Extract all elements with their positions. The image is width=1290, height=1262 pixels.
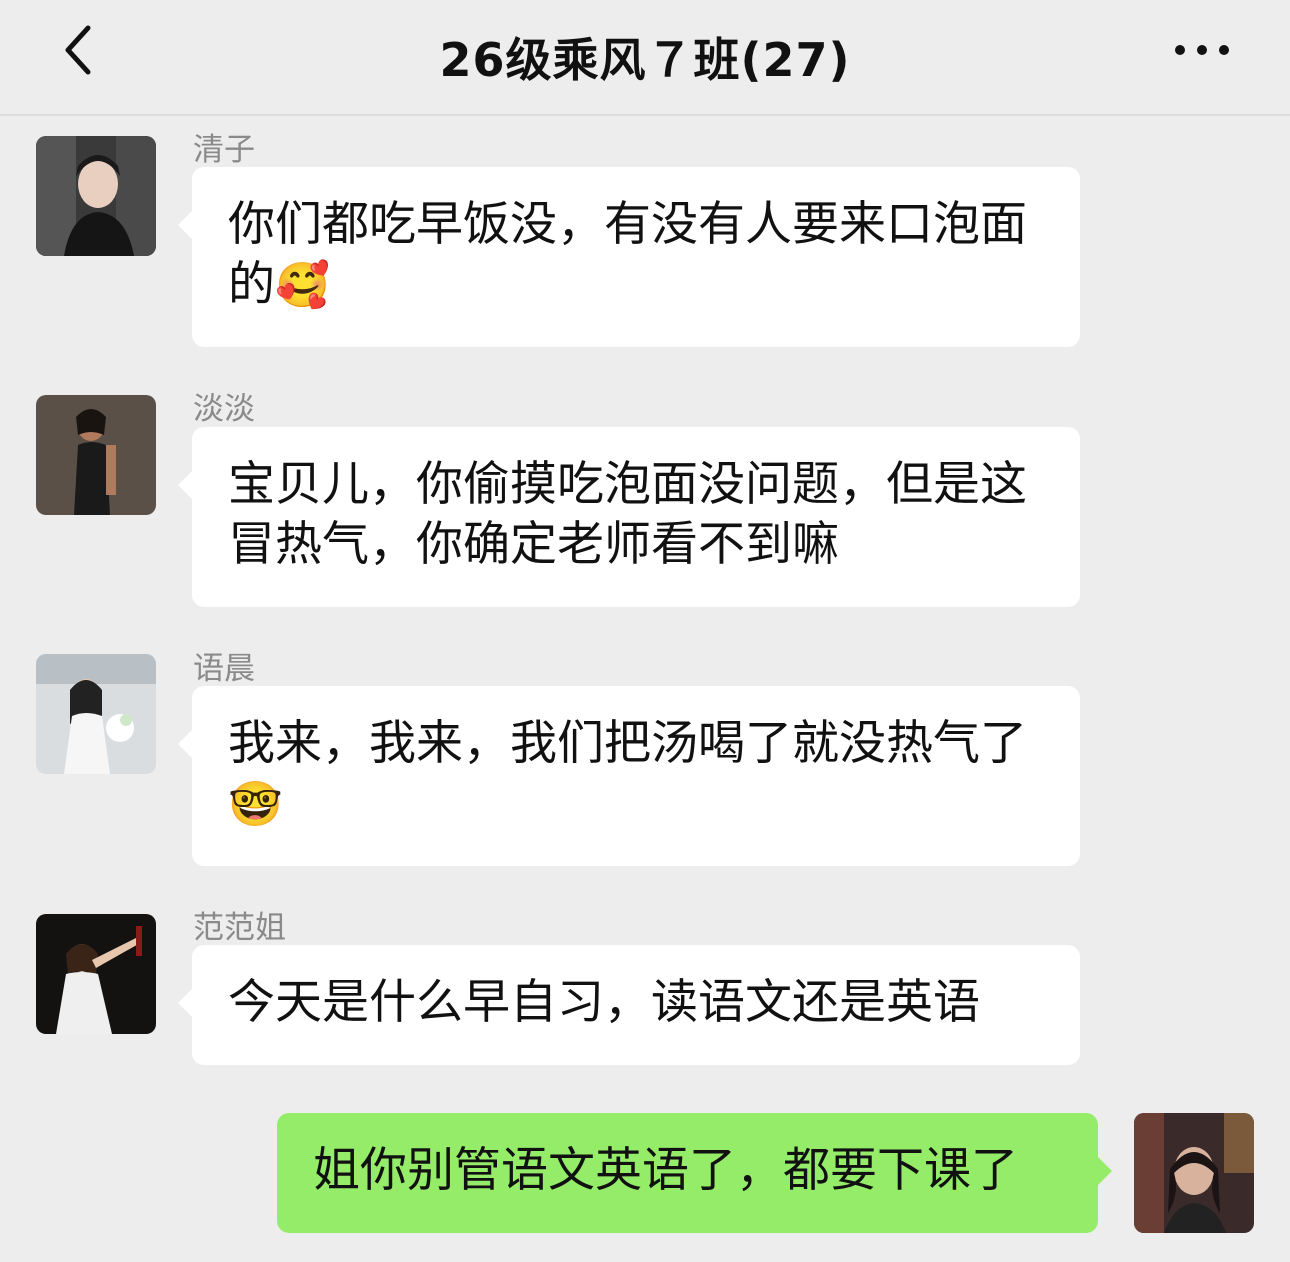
message-bubble[interactable]: 你们都吃早饭没，有没有人要来口泡面的🥰	[178, 167, 1080, 347]
chat-header: 26级乘风７班(27)	[0, 0, 1290, 116]
message-bubble[interactable]: 今天是什么早自习，读语文还是英语	[178, 945, 1080, 1065]
more-dots-icon	[1175, 45, 1229, 55]
sender-name: 淡淡	[193, 391, 255, 427]
message-text: 宝贝儿，你偷摸吃泡面没问题，但是这冒热气，你确定老师看不到嘛	[228, 457, 1027, 572]
nerd-face-emoji: 🤓	[228, 779, 283, 830]
message-text: 今天是什么早自习，读语文还是英语	[228, 975, 980, 1030]
sender-name: 清子	[193, 132, 255, 168]
message-bubble[interactable]: 我来，我来，我们把汤喝了就没热气了 🤓	[178, 686, 1080, 866]
message-bubble-mine[interactable]: 姐你别管语文英语了，都要下课了	[277, 1113, 1112, 1233]
message-text: 姐你别管语文英语了，都要下课了	[313, 1143, 1018, 1198]
message-text: 我来，我来，我们把汤喝了就没热气了	[228, 716, 1027, 771]
sender-name: 范范姐	[193, 910, 286, 946]
sender-name: 语晨	[193, 651, 255, 687]
message-bubble[interactable]: 宝贝儿，你偷摸吃泡面没问题，但是这冒热气，你确定老师看不到嘛	[178, 427, 1080, 607]
avatar-self[interactable]	[1134, 1113, 1254, 1233]
avatar[interactable]	[36, 914, 156, 1034]
more-button[interactable]	[1170, 30, 1234, 70]
message-text: 你们都吃早饭没，有没有人要来口泡面的	[228, 197, 1027, 312]
avatar[interactable]	[36, 654, 156, 774]
avatar[interactable]	[36, 136, 156, 256]
avatar[interactable]	[36, 395, 156, 515]
chat-title: 26级乘风７班(27)	[439, 33, 851, 87]
smiling-hearts-emoji: 🥰	[275, 260, 330, 311]
